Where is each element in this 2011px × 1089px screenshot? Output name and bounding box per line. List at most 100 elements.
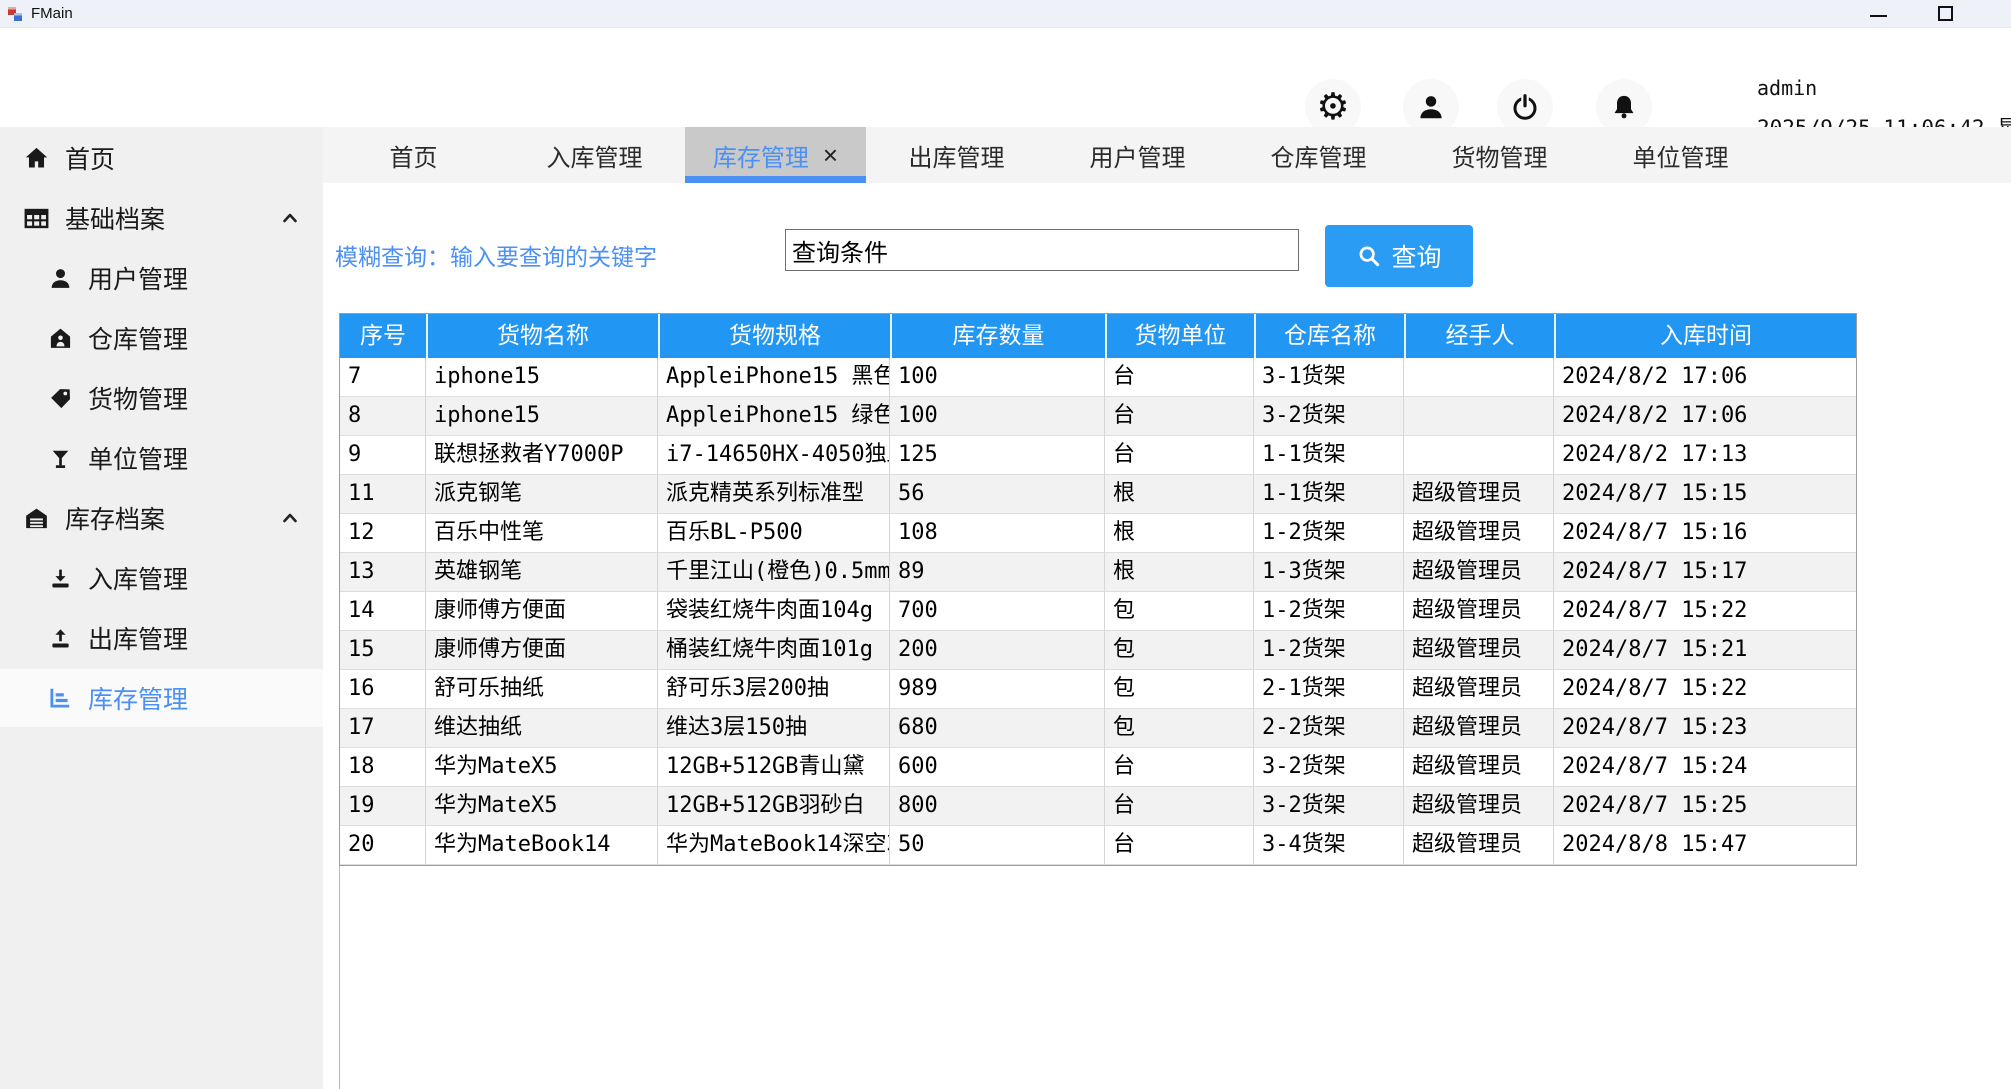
table-row[interactable]: 14康师傅方便面袋装红烧牛肉面104g700包1-2货架超级管理员2024/8/… <box>340 592 1856 631</box>
table-cell: AppleiPhone15 绿色 <box>658 397 890 436</box>
garage-icon <box>22 505 50 532</box>
table-row[interactable]: 18华为MateX512GB+512GB青山黛600台3-2货架超级管理员202… <box>340 748 1856 787</box>
archive-table-icon <box>22 205 50 232</box>
app-window: FMain ⚙ admin 2025/9/25 11:06:42 星期五 <box>0 0 2011 1089</box>
sidebar-item-label: 库存管理 <box>88 680 188 716</box>
table-cell: 包 <box>1105 592 1254 631</box>
table-cell: 2024/8/2 17:06 <box>1554 358 1856 397</box>
sidebar-item-首页[interactable]: 首页 <box>0 129 323 187</box>
sidebar-item-出库管理[interactable]: 出库管理 <box>0 609 323 667</box>
table-cell: 根 <box>1105 553 1254 592</box>
table-cell: 2024/8/7 15:16 <box>1554 514 1856 553</box>
table-cell: 11 <box>340 475 426 514</box>
search-button[interactable]: 查询 <box>1325 225 1473 287</box>
sidebar-item-货物管理[interactable]: 货物管理 <box>0 369 323 427</box>
tab-首页[interactable]: 首页 <box>323 127 504 183</box>
table-row[interactable]: 16舒可乐抽纸舒可乐3层200抽989包2-1货架超级管理员2024/8/7 1… <box>340 670 1856 709</box>
table-cell: 包 <box>1105 631 1254 670</box>
table-row[interactable]: 12百乐中性笔百乐BL-P500108根1-2货架超级管理员2024/8/7 1… <box>340 514 1856 553</box>
table-cell: 袋装红烧牛肉面104g <box>658 592 890 631</box>
table-cell: 超级管理员 <box>1404 553 1554 592</box>
table-cell: 超级管理员 <box>1404 787 1554 826</box>
tab-strip: 首页入库管理库存管理× 出库管理 用户管理 仓库管理 货物管理单位管理 <box>323 127 2011 183</box>
sidebar-item-用户管理[interactable]: 用户管理 <box>0 249 323 307</box>
table-cell: 超级管理员 <box>1404 709 1554 748</box>
table-cell: 2-1货架 <box>1254 670 1404 709</box>
sidebar-nav: 首页基础档案用户管理仓库管理货物管理单位管理库存档案入库管理出库管理库存管理 <box>0 127 323 1089</box>
table-row[interactable]: 7iphone15AppleiPhone15 黑色100台3-1货架2024/8… <box>340 358 1856 397</box>
query-input[interactable] <box>785 229 1299 271</box>
column-header-序号[interactable]: 序号 <box>340 314 426 358</box>
sidebar-item-单位管理[interactable]: 单位管理 <box>0 429 323 487</box>
table-cell: iphone15 <box>426 358 658 397</box>
column-header-仓库名称[interactable]: 仓库名称 <box>1254 314 1404 358</box>
tab-单位管理[interactable]: 单位管理 <box>1590 127 1771 183</box>
bar-chart-icon <box>47 685 73 711</box>
tab-仓库管理[interactable]: 仓库管理 <box>1228 127 1409 183</box>
table-cell: 100 <box>890 397 1105 436</box>
table-row[interactable]: 9联想拯救者Y7000Pi7-14650HX-4050独显125台1-1货架20… <box>340 436 1856 475</box>
sidebar-item-label: 仓库管理 <box>88 320 188 356</box>
table-row[interactable]: 20华为MateBook14华为MateBook14深空灰50台3-4货架超级管… <box>340 826 1856 865</box>
table-cell: 1-3货架 <box>1254 553 1404 592</box>
table-cell: 100 <box>890 358 1105 397</box>
tab-close-icon[interactable]: × <box>823 142 838 168</box>
tab-库存管理[interactable]: 库存管理× <box>685 127 866 183</box>
tab-label: 用户管理 <box>1090 138 1186 173</box>
maximize-button[interactable] <box>1922 0 1968 26</box>
tab-用户管理[interactable]: 用户管理 <box>1047 127 1228 183</box>
table-cell: 百乐中性笔 <box>426 514 658 553</box>
table-row[interactable]: 15康师傅方便面桶装红烧牛肉面101g200包1-2货架超级管理员2024/8/… <box>340 631 1856 670</box>
table-row[interactable]: 17维达抽纸维达3层150抽680包2-2货架超级管理员2024/8/7 15:… <box>340 709 1856 748</box>
inventory-table: 序号货物名称货物规格库存数量货物单位仓库名称经手人入库时间7iphone15Ap… <box>339 313 1857 866</box>
column-header-货物名称[interactable]: 货物名称 <box>426 314 658 358</box>
tab-出库管理[interactable]: 出库管理 <box>866 127 1047 183</box>
column-header-货物规格[interactable]: 货物规格 <box>658 314 890 358</box>
table-cell: iphone15 <box>426 397 658 436</box>
sidebar-item-label: 单位管理 <box>88 440 188 476</box>
table-cell: 2024/8/7 15:22 <box>1554 592 1856 631</box>
table-cell: 125 <box>890 436 1105 475</box>
table-row[interactable]: 19华为MateX512GB+512GB羽砂白800台3-2货架超级管理员202… <box>340 787 1856 826</box>
column-header-入库时间[interactable]: 入库时间 <box>1554 314 1856 358</box>
table-cell: 联想拯救者Y7000P <box>426 436 658 475</box>
window-title-bar: FMain <box>0 0 2011 28</box>
column-header-库存数量[interactable]: 库存数量 <box>890 314 1105 358</box>
table-cell <box>1404 397 1554 436</box>
chevron-up-icon[interactable] <box>278 506 302 535</box>
table-cell: 台 <box>1105 748 1254 787</box>
table-cell: 108 <box>890 514 1105 553</box>
table-cell: 舒可乐抽纸 <box>426 670 658 709</box>
table-cell: 超级管理员 <box>1404 826 1554 865</box>
fuzzy-query-label: 模糊查询：输入要查询的关键字 <box>335 238 657 272</box>
sidebar-item-库存管理[interactable]: 库存管理 <box>0 669 323 727</box>
table-cell: 超级管理员 <box>1404 670 1554 709</box>
sidebar-item-库存档案[interactable]: 库存档案 <box>0 489 323 547</box>
minimize-button[interactable] <box>1855 0 1901 26</box>
column-header-货物单位[interactable]: 货物单位 <box>1105 314 1254 358</box>
table-row[interactable]: 8iphone15AppleiPhone15 绿色100台3-2货架2024/8… <box>340 397 1856 436</box>
table-cell: 1-2货架 <box>1254 631 1404 670</box>
table-row[interactable]: 11派克钢笔派克精英系列标准型56根1-1货架超级管理员2024/8/7 15:… <box>340 475 1856 514</box>
window-title: FMain <box>31 5 73 22</box>
table-cell: 19 <box>340 787 426 826</box>
table-row[interactable]: 13英雄钢笔千里江山(橙色)0.5mm89根1-3货架超级管理员2024/8/7… <box>340 553 1856 592</box>
sidebar-item-入库管理[interactable]: 入库管理 <box>0 549 323 607</box>
tab-label: 出库管理 <box>909 138 1005 173</box>
sidebar-item-仓库管理[interactable]: 仓库管理 <box>0 309 323 367</box>
warehouse-home-icon <box>47 326 73 351</box>
table-cell: 舒可乐3层200抽 <box>658 670 890 709</box>
tab-货物管理[interactable]: 货物管理 <box>1409 127 1590 183</box>
column-header-经手人[interactable]: 经手人 <box>1404 314 1554 358</box>
username-label: admin <box>1757 76 1817 100</box>
sidebar-item-label: 入库管理 <box>88 560 188 596</box>
sidebar-item-基础档案[interactable]: 基础档案 <box>0 189 323 247</box>
chevron-up-icon[interactable] <box>278 206 302 235</box>
tab-label: 仓库管理 <box>1271 138 1367 173</box>
table-cell: 桶装红烧牛肉面101g <box>658 631 890 670</box>
tab-入库管理[interactable]: 入库管理 <box>504 127 685 183</box>
sidebar-item-label: 出库管理 <box>88 620 188 656</box>
table-cell: 台 <box>1105 826 1254 865</box>
funnel-icon <box>47 446 73 471</box>
table-cell: 1-2货架 <box>1254 592 1404 631</box>
